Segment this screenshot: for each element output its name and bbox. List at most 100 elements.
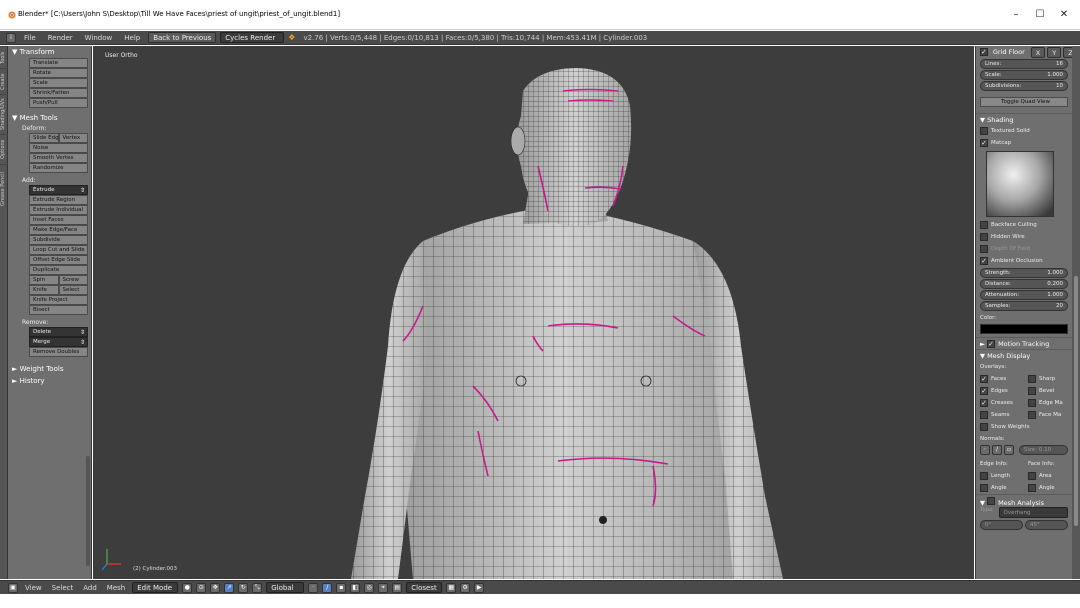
bisect-button[interactable]: Bisect	[29, 305, 88, 315]
randomize-button[interactable]: Randomize	[29, 163, 88, 173]
length-checkbox[interactable]	[980, 472, 988, 480]
slide-edge-button[interactable]: Slide Edge	[29, 133, 59, 143]
mesh-analysis-checkbox[interactable]	[987, 497, 996, 505]
ambient-occlusion-option[interactable]: Ambient Occlusion	[976, 255, 1072, 267]
seams-checkbox[interactable]	[980, 411, 988, 419]
history-panel-header[interactable]: ► History	[8, 375, 91, 387]
menu-select[interactable]: Select	[49, 584, 77, 592]
menu-mesh[interactable]: Mesh	[104, 584, 128, 592]
subdivide-button[interactable]: Subdivide	[29, 235, 88, 245]
inset-faces-button[interactable]: Inset Faces	[29, 215, 88, 225]
hidden-wire-option[interactable]: Hidden Wire	[976, 231, 1072, 243]
edge-marks-option[interactable]: Edge Ma	[1024, 397, 1072, 409]
manipulator-icon[interactable]: ✥	[210, 582, 221, 593]
mesh-tools-panel-header[interactable]: ▼ Mesh Tools	[8, 112, 91, 124]
edges-option[interactable]: Edges	[976, 385, 1024, 397]
show-weights-checkbox[interactable]	[980, 423, 988, 431]
attenuation-field[interactable]: Attenuation: 1.000	[980, 290, 1068, 300]
knife-button[interactable]: Knife	[29, 285, 59, 295]
hidden-wire-checkbox[interactable]	[980, 233, 988, 241]
tab-options[interactable]: Options	[0, 134, 8, 164]
slide-vertex-button[interactable]: Vertex	[58, 133, 88, 143]
distance-field[interactable]: Distance: 0.200	[980, 279, 1068, 289]
translate-button[interactable]: Translate	[29, 58, 88, 68]
motion-tracking-checkbox[interactable]	[987, 340, 996, 348]
matcap-option[interactable]: Matcap	[976, 137, 1072, 149]
occlude-geometry-icon[interactable]: ◧	[350, 582, 361, 593]
close-button[interactable]: ✕	[1058, 9, 1070, 20]
mesh-display-panel-header[interactable]: ▼ Mesh Display	[976, 349, 1072, 361]
seams-option[interactable]: Seams	[976, 409, 1024, 421]
offset-edge-slide-button[interactable]: Offset Edge Slide	[29, 255, 88, 265]
menu-file[interactable]: File	[20, 34, 40, 42]
editor-type-3d-icon[interactable]: ▣	[8, 582, 18, 593]
screw-button[interactable]: Screw	[58, 275, 88, 285]
length-option[interactable]: Length	[976, 470, 1024, 482]
lines-field[interactable]: Lines: 16	[980, 59, 1068, 69]
weight-tools-panel-header[interactable]: ► Weight Tools	[8, 363, 91, 375]
textured-solid-checkbox[interactable]	[980, 127, 988, 135]
tab-shading-uvs[interactable]: Shading/UVs	[0, 94, 8, 134]
smooth-vertex-button[interactable]: Smooth Vertex	[29, 153, 88, 163]
vertex-select-icon[interactable]: ·	[308, 582, 319, 593]
extrude-menu[interactable]: Extrude	[29, 185, 88, 195]
menu-add[interactable]: Add	[80, 584, 100, 592]
motion-tracking-panel-header[interactable]: ► Motion Tracking	[976, 337, 1072, 349]
show-weights-option[interactable]: Show Weights	[976, 421, 1072, 433]
axis-y-toggle[interactable]: Y	[1047, 46, 1062, 58]
transform-orientation-select[interactable]: Global	[266, 582, 305, 593]
properties-scrollbar[interactable]	[1072, 46, 1080, 579]
area-option[interactable]: Area	[1024, 470, 1072, 482]
scale-field[interactable]: Scale: 1.000	[980, 70, 1068, 80]
knife-select-button[interactable]: Select	[58, 285, 88, 295]
menu-render[interactable]: Render	[44, 34, 77, 42]
3d-viewport[interactable]: User Ortho (2) Cylinder.003	[93, 46, 974, 579]
backface-culling-option[interactable]: Backface Culling	[976, 219, 1072, 231]
minimize-button[interactable]: –	[1010, 9, 1022, 20]
bevel-option[interactable]: Bevel	[1024, 385, 1072, 397]
loop-cut-button[interactable]: Loop Cut and Slide	[29, 245, 88, 255]
render-engine-select[interactable]: Cycles Render	[220, 32, 285, 43]
back-to-previous-button[interactable]: Back to Previous	[148, 32, 217, 43]
make-edge-face-button[interactable]: Make Edge/Face	[29, 225, 88, 235]
maximize-button[interactable]: ☐	[1034, 9, 1046, 20]
matcap-checkbox[interactable]	[980, 139, 988, 147]
interaction-mode-select[interactable]: Edit Mode	[132, 582, 179, 593]
face-marks-option[interactable]: Face Ma	[1024, 409, 1072, 421]
analysis-type-select[interactable]: Overhang	[998, 507, 1068, 518]
transform-panel-header[interactable]: ▼ Transform	[8, 46, 91, 58]
remove-doubles-button[interactable]: Remove Doubles	[29, 347, 88, 357]
backface-culling-checkbox[interactable]	[980, 221, 988, 229]
mesh-analysis-panel-header[interactable]: ▼ Mesh Analysis	[976, 494, 1072, 507]
strength-field[interactable]: Strength: 1.000	[980, 268, 1068, 278]
edge-angle-option[interactable]: Angle	[976, 482, 1024, 494]
spin-button[interactable]: Spin	[29, 275, 59, 285]
matcap-preview[interactable]	[986, 151, 1054, 217]
viewport-shading-icon[interactable]: ●	[182, 582, 193, 593]
ambient-occlusion-checkbox[interactable]	[980, 257, 988, 265]
faces-option[interactable]: Faces	[976, 373, 1024, 385]
range-max-field[interactable]: 45°	[1025, 520, 1068, 530]
area-checkbox[interactable]	[1028, 472, 1036, 480]
translate-manipulator-icon[interactable]: ↗	[224, 582, 235, 593]
vertex-normals-icon[interactable]: ⋅	[980, 445, 990, 455]
editor-type-icon[interactable]: i	[6, 32, 16, 43]
pivot-point-icon[interactable]: ⊙	[196, 582, 207, 593]
subdivisions-field[interactable]: Subdivisions: 10	[980, 81, 1068, 91]
samples-field[interactable]: Samples: 20	[980, 301, 1068, 311]
snap-element-icon[interactable]: ▤	[392, 582, 403, 593]
shrink-fatten-button[interactable]: Shrink/Fatten	[29, 88, 88, 98]
face-normals-icon[interactable]: ▫	[1004, 445, 1014, 455]
range-min-field[interactable]: 0°	[980, 520, 1023, 530]
face-angle-option[interactable]: Angle	[1024, 482, 1072, 494]
snap-toggle-icon[interactable]: ⌖	[378, 582, 389, 593]
shading-panel-header[interactable]: ▼ Shading	[976, 113, 1072, 125]
layer-icon[interactable]: ▦	[446, 582, 457, 593]
push-pull-button[interactable]: Push/Pull	[29, 98, 88, 108]
textured-solid-option[interactable]: Textured Solid	[976, 125, 1072, 137]
edge-marks-checkbox[interactable]	[1028, 399, 1036, 407]
edges-checkbox[interactable]	[980, 387, 988, 395]
scale-button[interactable]: Scale	[29, 78, 88, 88]
edge-select-icon[interactable]: /	[322, 582, 333, 593]
depth-of-field-checkbox[interactable]	[980, 245, 988, 253]
